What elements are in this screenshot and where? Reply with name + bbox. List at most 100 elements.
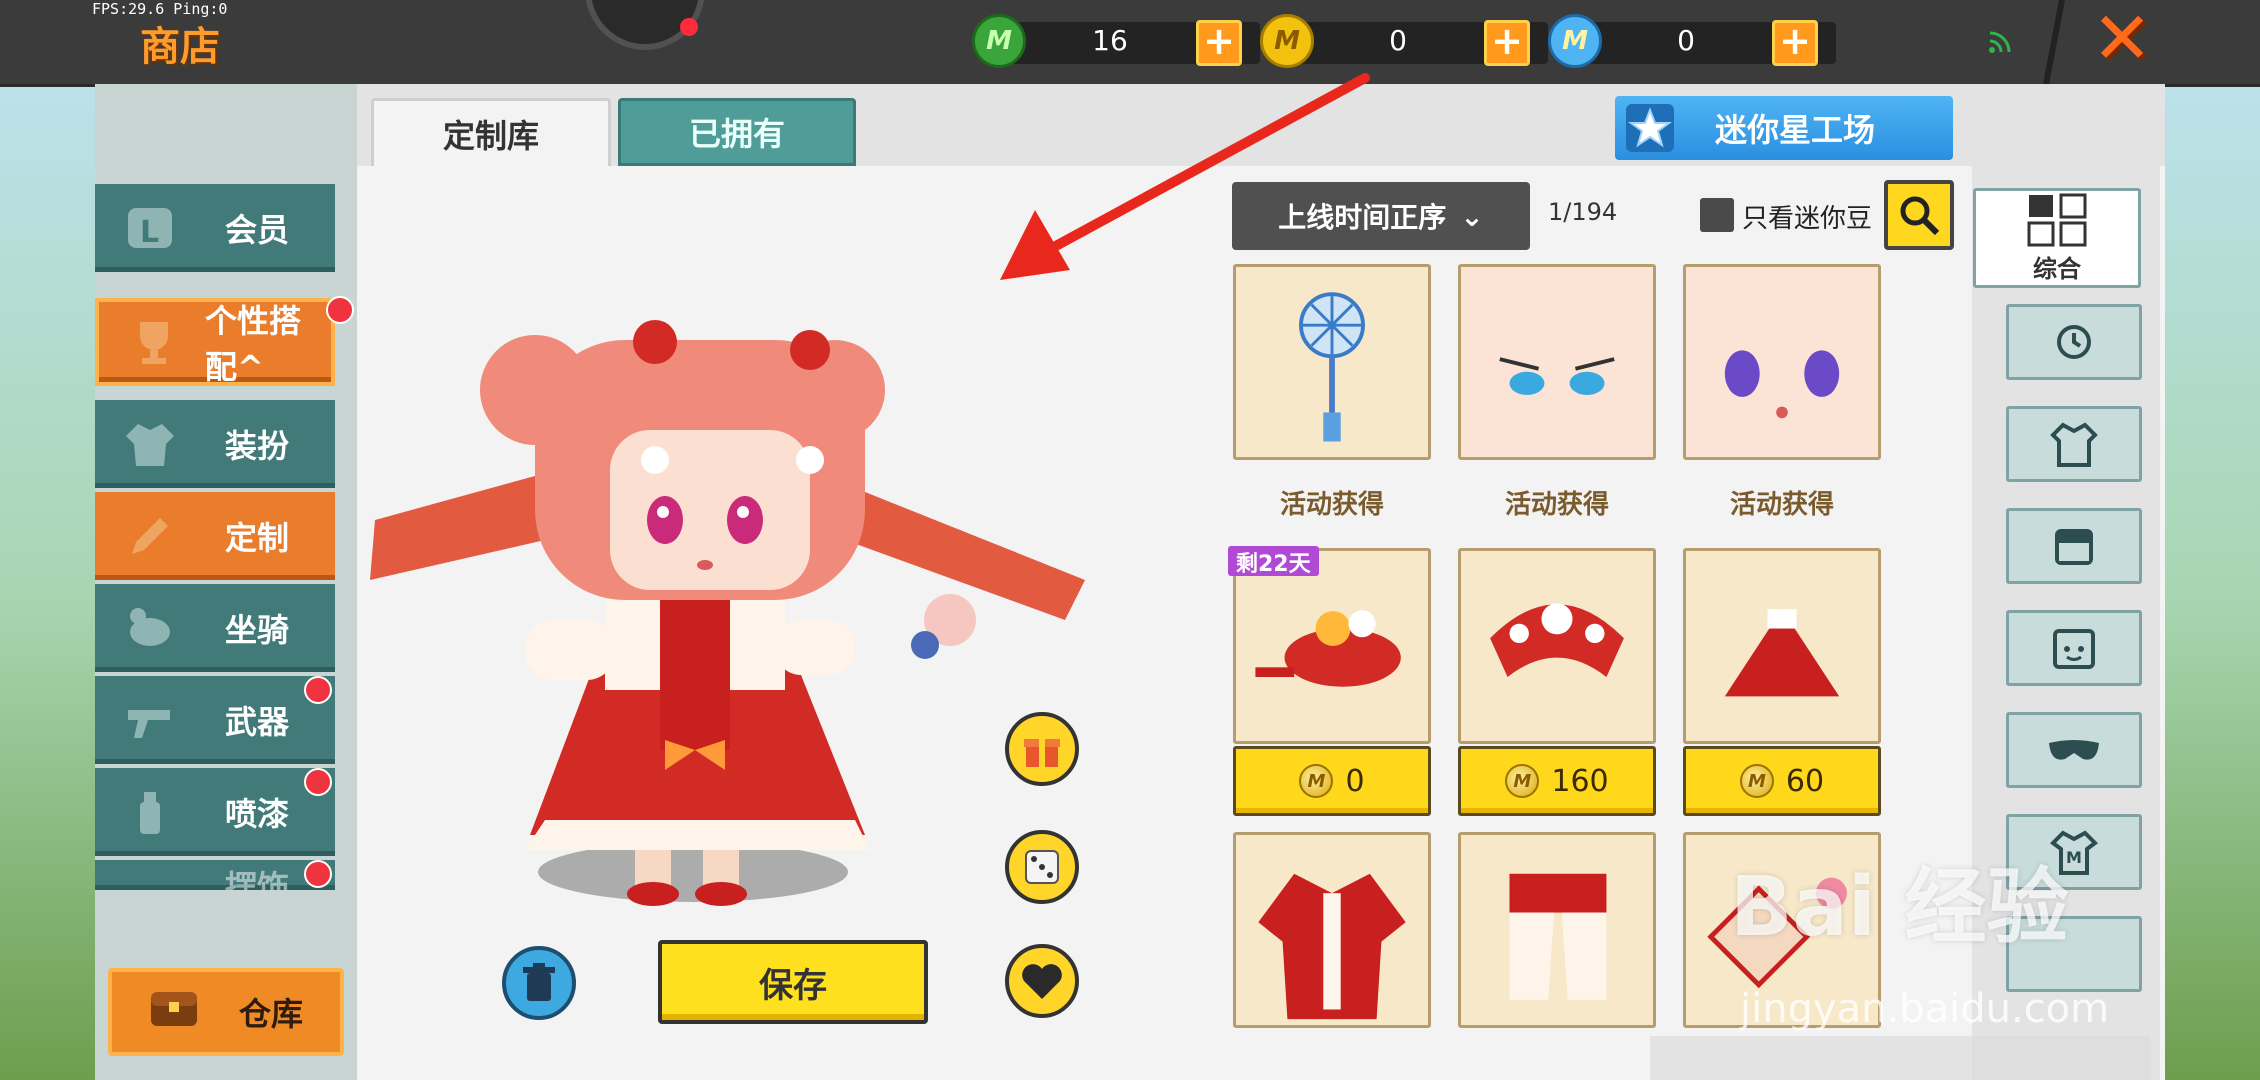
item-card-headdress[interactable] [1458, 548, 1656, 744]
tab-owned[interactable]: 已拥有 [618, 98, 856, 166]
gold-coin-icon: M [1299, 764, 1334, 798]
watermark-url: jingyan.baidu.com [1740, 986, 2110, 1032]
shirt-icon [105, 409, 195, 479]
item-card-face-1[interactable] [1458, 264, 1656, 460]
random-dice-button[interactable] [1005, 830, 1079, 904]
chest-icon [149, 988, 199, 1036]
item-card-jacket[interactable] [1233, 832, 1431, 1028]
category-hair[interactable] [2006, 508, 2142, 584]
sidebar-item-label: 定制 [225, 519, 290, 557]
price-value: 160 [1551, 763, 1609, 799]
page-counter: 1/194 [1548, 198, 1618, 226]
heart-icon [1022, 964, 1062, 999]
wifi-signal-icon [1989, 31, 2011, 53]
hair-icon [2055, 529, 2093, 565]
gift-icon [1024, 739, 1060, 767]
sidebar-item-label: 装扮 [225, 427, 290, 465]
page-title: 商店 [140, 24, 220, 70]
notification-dot [304, 768, 332, 796]
tab-custom-library[interactable]: 定制库 [371, 98, 611, 166]
buy-button[interactable]: M 0 [1233, 746, 1431, 816]
category-outfit[interactable] [2006, 406, 2142, 482]
mask-icon [2049, 740, 2099, 760]
search-icon [1900, 196, 1940, 236]
notification-dot [680, 18, 698, 36]
trophy-icon [109, 307, 199, 377]
gun-icon [105, 685, 195, 755]
notification-dot [304, 860, 332, 888]
close-button[interactable]: ✕ [2088, 2, 2156, 74]
chevron-down-icon: ⌄ [1460, 199, 1484, 233]
pencil-icon [105, 501, 195, 571]
coin-value: 0 [1389, 24, 1407, 57]
sidebar-item-label: 喷漆 [225, 795, 290, 833]
sort-dropdown[interactable]: 上线时间正序 ⌄ [1232, 182, 1530, 250]
time-left-badge: 剩22天 [1228, 546, 1319, 577]
spray-icon [105, 777, 195, 847]
item-card-wand[interactable] [1233, 264, 1431, 460]
sidebar-item-weapon[interactable]: 武器 [95, 676, 335, 764]
category-face[interactable] [2006, 610, 2142, 686]
sidebar-item-decoration[interactable]: 摆饰 [95, 860, 335, 890]
category-recent[interactable] [2006, 304, 2142, 380]
mini-star-workshop-button[interactable]: 迷你星工场 [1615, 96, 1953, 160]
history-icon [2057, 325, 2091, 359]
save-button[interactable]: 保存 [658, 940, 928, 1024]
sidebar-item-label: 会员 [225, 211, 290, 249]
dice-icon [1025, 850, 1059, 884]
sidebar-item-mount[interactable]: 坐骑 [95, 584, 335, 672]
favorite-button[interactable] [1005, 944, 1079, 1018]
minibean-only-label: 只看迷你豆 [1742, 204, 1873, 234]
category-all-label: 综合 [2033, 254, 2081, 283]
item-source-label: 活动获得 [1504, 490, 1609, 520]
sidebar-item-label: 武器 [225, 703, 290, 741]
minibean-only-checkbox[interactable] [1700, 198, 1734, 232]
face-icon [2053, 629, 2095, 669]
sidebar-item-spray[interactable]: 喷漆 [95, 768, 335, 856]
svg-text:L: L [140, 215, 159, 250]
buy-button[interactable]: M 160 [1458, 746, 1656, 816]
gold-coin-icon: M [1505, 764, 1540, 798]
item-source-label: 活动获得 [1279, 490, 1384, 520]
sort-label: 上线时间正序 [1278, 201, 1447, 234]
blue-coin-icon: M [1548, 14, 1602, 68]
sidebar-item-custom[interactable]: 定制 [95, 492, 335, 580]
warehouse-button[interactable]: 仓库 [108, 968, 344, 1056]
item-card-cape[interactable] [1683, 548, 1881, 744]
member-icon: L [105, 193, 195, 263]
item-card-face-2[interactable] [1683, 264, 1881, 460]
price-value: 60 [1785, 763, 1825, 799]
search-button[interactable] [1884, 180, 1954, 250]
costume-icon [2050, 422, 2098, 467]
item-card-pants[interactable] [1458, 832, 1656, 1028]
price-value: 0 [1345, 763, 1365, 799]
gift-button[interactable] [1005, 712, 1079, 786]
sidebar-item-outfit-match[interactable]: 个性搭配^ [95, 298, 335, 386]
gem-value: 16 [1092, 24, 1128, 57]
sidebar-item-member[interactable]: L 会员 [95, 184, 335, 272]
grid-icon [2027, 193, 2087, 246]
gold-coin-icon: M [1739, 764, 1774, 798]
category-all[interactable]: 综合 [1973, 188, 2141, 288]
star-icon [1621, 99, 1679, 157]
blurred-area [1650, 1036, 2150, 1080]
trash-button[interactable] [502, 946, 576, 1020]
minibean-value: 0 [1677, 24, 1695, 57]
category-mask[interactable] [2006, 712, 2142, 788]
add-minibean-button[interactable]: + [1772, 20, 1818, 66]
trash-icon [523, 963, 555, 1001]
notification-dot [304, 676, 332, 704]
mini-star-workshop-label: 迷你星工场 [1715, 111, 1876, 149]
sidebar-item-label: 个性搭配^ [205, 302, 302, 386]
character-preview [370, 320, 1085, 906]
notification-dot [326, 296, 354, 324]
sidebar-item-dressup[interactable]: 装扮 [95, 400, 335, 488]
buy-button[interactable]: M 60 [1683, 746, 1881, 816]
mount-icon [105, 593, 195, 663]
divider [2043, 0, 2065, 84]
sidebar-item-label: 坐骑 [225, 611, 290, 649]
item-card-sleigh[interactable] [1233, 548, 1431, 744]
add-coin-button[interactable]: + [1484, 20, 1530, 66]
warehouse-label: 仓库 [238, 995, 303, 1033]
item-source-label: 活动获得 [1729, 490, 1834, 520]
